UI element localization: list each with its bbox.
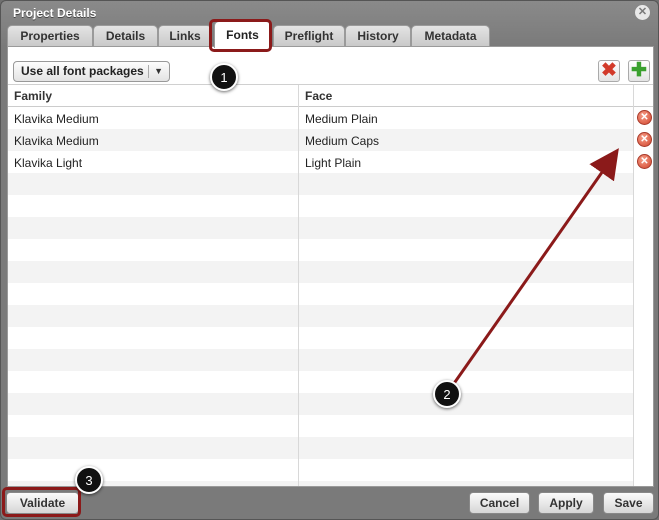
annotation-arrow (446, 148, 619, 393)
step-badge-2: 2 (433, 380, 461, 408)
step-badge-3: 3 (75, 466, 103, 494)
step-badge-1: 1 (210, 63, 238, 91)
